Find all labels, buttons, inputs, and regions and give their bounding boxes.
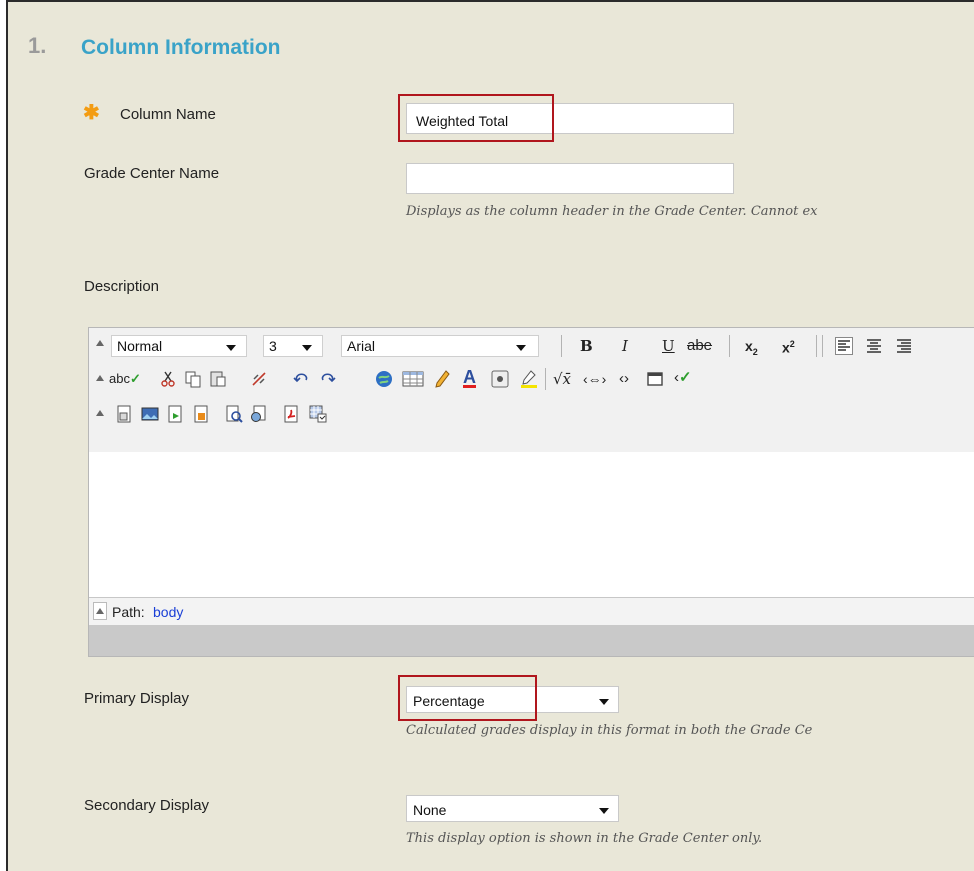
spellcheck-label: abc xyxy=(109,371,130,386)
collapse-row-icon xyxy=(96,608,104,614)
grade-center-name-hint: Displays as the column header in the Gra… xyxy=(406,204,818,219)
bold-button[interactable]: B xyxy=(580,336,593,356)
chevron-down-icon xyxy=(302,345,312,351)
collapse-row-icon[interactable] xyxy=(96,410,104,416)
primary-display-highlight xyxy=(398,675,537,721)
code-view-icon[interactable]: ‹› xyxy=(619,369,629,389)
insert-link-icon[interactable] xyxy=(374,369,392,387)
insert-media-icon[interactable] xyxy=(166,405,184,423)
redo-icon[interactable] xyxy=(319,370,337,388)
editor-resize-bar[interactable] xyxy=(89,625,974,656)
spellcheck-preview-icon[interactable]: ‹✓ xyxy=(674,368,692,388)
font-select[interactable]: Arial xyxy=(341,335,539,357)
copy-icon[interactable] xyxy=(184,370,202,388)
path-label: Path: xyxy=(112,604,145,620)
math-equation-icon[interactable]: √x̄ xyxy=(553,369,571,389)
insert-emotion-icon[interactable] xyxy=(491,370,509,388)
section-number: 1. xyxy=(28,33,47,58)
font-color-icon[interactable]: A xyxy=(463,367,476,387)
align-right-icon[interactable] xyxy=(895,337,913,355)
path-toggle[interactable] xyxy=(93,602,107,620)
fullscreen-icon[interactable] xyxy=(646,370,664,388)
spellcheck-button[interactable]: abc✓ xyxy=(109,369,141,389)
description-label: Description xyxy=(84,278,160,295)
size-select[interactable]: 3 xyxy=(263,335,323,357)
primary-display-label: Primary Display xyxy=(84,690,190,707)
italic-button[interactable]: I xyxy=(622,336,628,356)
underline-button[interactable]: U xyxy=(662,336,675,356)
grade-center-name-label: Grade Center Name xyxy=(84,165,220,182)
align-center-icon[interactable] xyxy=(865,337,883,355)
check-icon: ✓ xyxy=(129,371,141,386)
required-star-icon: ✱ xyxy=(83,102,100,124)
column-name-highlight xyxy=(398,94,554,142)
insert-table-icon[interactable] xyxy=(402,370,424,388)
highlight-icon[interactable] xyxy=(519,369,539,388)
section-title: Column Information xyxy=(81,36,281,59)
chevron-down-icon xyxy=(516,345,526,351)
insert-flash-icon[interactable] xyxy=(192,405,210,423)
align-left-icon[interactable] xyxy=(835,337,853,355)
size-select-value: 3 xyxy=(269,338,277,354)
secondary-display-value: None xyxy=(413,802,447,818)
undo-icon[interactable] xyxy=(292,370,310,388)
collapse-row-icon[interactable] xyxy=(96,375,104,381)
grade-center-name-input[interactable] xyxy=(406,163,734,194)
chevron-down-icon xyxy=(226,345,236,351)
path-body-link[interactable]: body xyxy=(153,604,183,620)
primary-display-hint: Calculated grades display in this format… xyxy=(406,723,813,738)
toolbar-separator xyxy=(545,368,546,390)
strikethrough-button[interactable]: abe xyxy=(687,336,712,356)
toolbar-separator xyxy=(822,335,823,357)
font-select-value: Arial xyxy=(347,338,376,354)
editor-toolbar: Normal 3 Arial B I U abe x2 x2 abc✓ A √x… xyxy=(89,328,974,453)
subscript-button[interactable]: x2 xyxy=(745,336,758,362)
cut-icon[interactable] xyxy=(159,370,177,388)
toolbar-separator xyxy=(561,335,562,357)
format-select-value: Normal xyxy=(117,338,163,354)
insert-template-icon[interactable] xyxy=(309,405,327,423)
secondary-display-hint: This display option is shown in the Grad… xyxy=(406,831,763,846)
description-editor: Normal 3 Arial B I U abe x2 x2 abc✓ A √x… xyxy=(88,327,974,657)
remove-link-icon[interactable] xyxy=(250,370,268,388)
toolbar-separator xyxy=(729,335,730,357)
attach-file-icon[interactable] xyxy=(115,405,133,423)
chevron-down-icon xyxy=(599,699,609,705)
editor-path-bar: Path: body xyxy=(89,597,974,626)
mashup-icon[interactable] xyxy=(250,405,268,423)
html-source-icon[interactable]: ‹⇔› xyxy=(583,369,606,389)
insert-pdf-icon[interactable] xyxy=(282,405,300,423)
secondary-display-select[interactable]: None xyxy=(406,795,619,822)
chevron-down-icon xyxy=(599,808,609,814)
editor-content-area[interactable] xyxy=(89,452,974,596)
superscript-button[interactable]: x2 xyxy=(782,334,795,358)
insert-image-icon[interactable] xyxy=(141,405,159,423)
paste-icon[interactable] xyxy=(209,369,227,387)
pencil-icon[interactable] xyxy=(433,369,451,388)
preview-icon[interactable] xyxy=(225,405,243,423)
column-name-label: Column Name xyxy=(120,106,216,123)
toolbar-separator xyxy=(816,335,817,357)
collapse-row-icon[interactable] xyxy=(96,340,104,346)
secondary-display-label: Secondary Display xyxy=(84,797,210,814)
format-select[interactable]: Normal xyxy=(111,335,247,357)
column-settings-panel: 1. Column Information ✱ Column Name Weig… xyxy=(6,0,974,871)
